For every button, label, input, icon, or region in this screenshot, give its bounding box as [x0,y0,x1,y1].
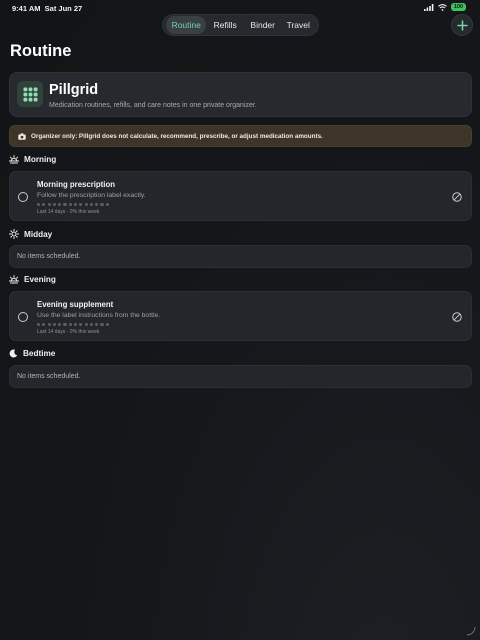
section-label: Midday [24,229,53,239]
history-dot [73,203,78,207]
tab-refills[interactable]: Refills [206,16,244,34]
history-dot [73,323,78,327]
history-dot [79,323,83,327]
sun-icon [9,229,19,239]
history-dot [37,203,41,207]
app-header-card: Pillgrid Medication routines, refills, a… [9,72,472,117]
signal-icon [423,3,434,11]
status-clock: 9:41 AM [12,4,41,13]
history-dot [100,203,104,207]
tab-travel[interactable]: Travel [281,16,315,34]
main-tab-bar: Routine Refills Binder Travel [162,14,319,36]
sunset-icon [9,275,19,284]
history-dot [89,323,93,327]
routine-item-evening[interactable]: Evening supplement Use the label instruc… [9,291,472,341]
item-title: Morning prescription [37,180,115,189]
plus-icon [456,19,468,31]
history-dot [37,323,41,327]
battery-icon: 100 [450,3,466,11]
tab-routine[interactable]: Routine [166,16,207,34]
section-label: Morning [24,155,57,164]
disclaimer-banner: Organizer only: Pillgrid does not calcul… [9,125,472,147]
skip-icon [452,192,462,202]
history-dots [37,203,109,207]
item-note: Use the label instructions from the bott… [37,312,161,319]
app-name: Pillgrid [49,82,99,98]
taken-checkbox[interactable] [18,312,28,322]
history-dot [47,323,51,327]
section-label: Evening [24,275,56,284]
item-stats: Last 14 days · 0% this week [37,209,100,215]
section-label: Bedtime [23,349,56,358]
history-dot [84,323,88,327]
history-dot [58,323,62,327]
status-time: 9:41 AM Sat Jun 27 [12,4,82,13]
tab-binder[interactable]: Binder [244,16,282,34]
empty-text: No items scheduled. [17,253,81,260]
camera-icon [18,132,26,140]
skip-button[interactable] [451,311,463,323]
history-dot [68,203,72,207]
history-dot [47,203,51,207]
history-dot [52,203,57,207]
history-dot [79,203,83,207]
history-dot [105,203,109,207]
history-dot [84,203,88,207]
taken-checkbox[interactable] [18,192,28,202]
resize-handle-icon[interactable] [464,624,476,636]
empty-state-bedtime: No items scheduled. [9,365,472,388]
grid-icon [23,87,37,101]
history-dot [63,203,67,207]
item-note: Follow the prescription label exactly. [37,192,146,199]
section-evening: Evening [9,275,56,284]
history-dot [105,323,109,327]
history-dot [63,323,67,327]
history-dot [42,323,46,327]
section-midday: Midday [9,229,52,239]
empty-state-midday: No items scheduled. [9,245,472,268]
page-title: Routine [10,42,72,60]
history-dot [95,203,99,207]
status-indicators: 100 [423,3,466,11]
history-dot [42,203,46,207]
disclaimer-text: Organizer only: Pillgrid does not calcul… [31,132,323,140]
skip-icon [452,312,462,322]
app-subtitle: Medication routines, refills, and care n… [49,102,257,109]
wifi-icon [437,3,447,11]
history-dot [68,323,72,327]
section-morning: Morning [9,155,56,164]
add-button[interactable] [451,14,473,36]
history-dot [95,323,99,327]
item-stats: Last 14 days · 0% this week [37,329,100,335]
routine-item-morning[interactable]: Morning prescription Follow the prescrip… [9,171,472,221]
status-date: Sat Jun 27 [44,4,83,13]
history-dot [58,203,62,207]
skip-button[interactable] [451,191,463,203]
empty-text: No items scheduled. [17,373,81,380]
history-dot [89,203,93,207]
history-dot [100,323,104,327]
section-bedtime: Bedtime [9,349,55,358]
moon-icon [9,349,18,358]
history-dots [37,323,109,327]
app-logo [17,81,43,107]
sunrise-icon [9,155,19,164]
history-dot [52,323,57,327]
item-title: Evening supplement [37,300,114,309]
